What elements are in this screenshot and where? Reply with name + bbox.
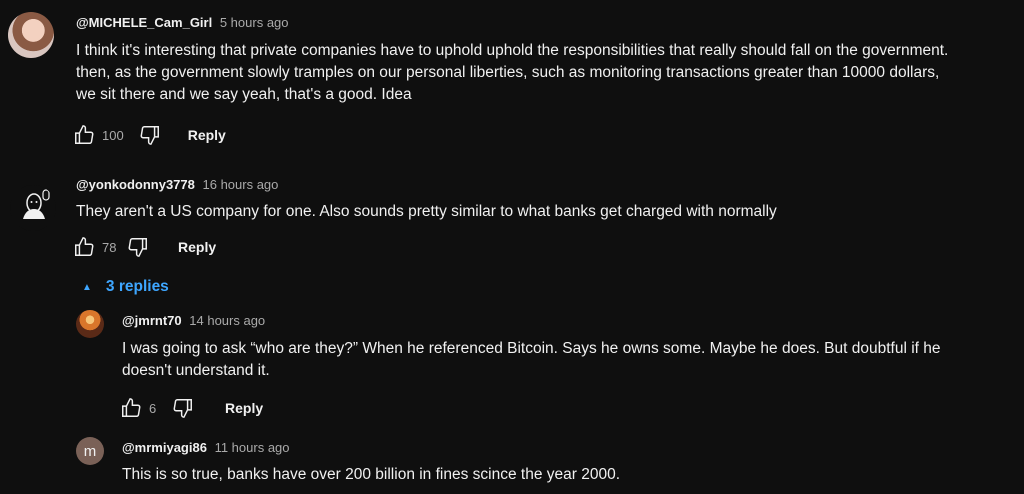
- reply-meta: @jmrnt70 14 hours ago: [122, 313, 265, 328]
- letter-avatar[interactable]: m: [76, 437, 104, 465]
- timestamp[interactable]: 16 hours ago: [203, 177, 279, 192]
- sunset-avatar[interactable]: [76, 310, 104, 338]
- dislike-icon[interactable]: [126, 235, 150, 259]
- comment-actions: 78 Reply: [72, 235, 216, 259]
- author-name[interactable]: @yonkodonny3778: [76, 177, 195, 192]
- comment-line: then, as the government slowly tramples …: [76, 64, 940, 81]
- like-icon[interactable]: [72, 123, 96, 147]
- reply-button[interactable]: Reply: [188, 127, 226, 143]
- author-name[interactable]: @jmrnt70: [122, 313, 182, 328]
- author-name[interactable]: @mrmiyagi86: [122, 440, 207, 455]
- comment-text: They aren't a US company for one. Also s…: [76, 201, 1021, 223]
- like-count: 78: [102, 239, 117, 255]
- caret-up-icon: ▲: [82, 281, 92, 293]
- comment-text: I think it's interesting that private co…: [76, 40, 1021, 106]
- reply-actions: 6 Reply: [119, 396, 263, 420]
- comment-actions: 100 Reply: [72, 123, 226, 147]
- reply-button[interactable]: Reply: [225, 400, 263, 416]
- reply-text: I was going to ask “who are they?” When …: [122, 338, 1012, 382]
- comment-line: I think it's interesting that private co…: [76, 42, 949, 59]
- like-count: 6: [149, 400, 157, 416]
- like-icon[interactable]: [72, 235, 96, 259]
- comment-meta: @MICHELE_Cam_Girl 5 hours ago: [76, 15, 289, 30]
- reply-line: doesn't understand it.: [122, 362, 270, 379]
- user-photo-avatar[interactable]: [8, 12, 54, 58]
- dislike-icon[interactable]: [138, 123, 162, 147]
- reply-button[interactable]: Reply: [178, 239, 216, 255]
- reply-text: This is so true, banks have over 200 bil…: [122, 464, 1012, 486]
- comment-meta: @yonkodonny3778 16 hours ago: [76, 177, 278, 192]
- like-icon[interactable]: [119, 396, 143, 420]
- dislike-icon[interactable]: [171, 396, 195, 420]
- timestamp[interactable]: 14 hours ago: [189, 313, 265, 328]
- author-name[interactable]: @MICHELE_Cam_Girl: [76, 15, 212, 30]
- drawn-face-avatar[interactable]: [10, 185, 56, 231]
- reply-line: I was going to ask “who are they?” When …: [122, 340, 941, 357]
- replies-count-label: 3 replies: [105, 278, 169, 295]
- replies-toggle[interactable]: ▲ 3 replies: [82, 278, 169, 296]
- comment-line: They aren't a US company for one. Also s…: [76, 203, 777, 220]
- avatar-letter: m: [83, 442, 97, 460]
- like-count: 100: [102, 127, 124, 143]
- timestamp[interactable]: 5 hours ago: [220, 15, 289, 30]
- timestamp[interactable]: 11 hours ago: [215, 440, 290, 455]
- comment-line: we sit there and we say yeah, that's a g…: [76, 86, 412, 103]
- reply-line: This is so true, banks have over 200 bil…: [122, 466, 620, 483]
- reply-meta: @mrmiyagi86 11 hours ago: [122, 440, 290, 455]
